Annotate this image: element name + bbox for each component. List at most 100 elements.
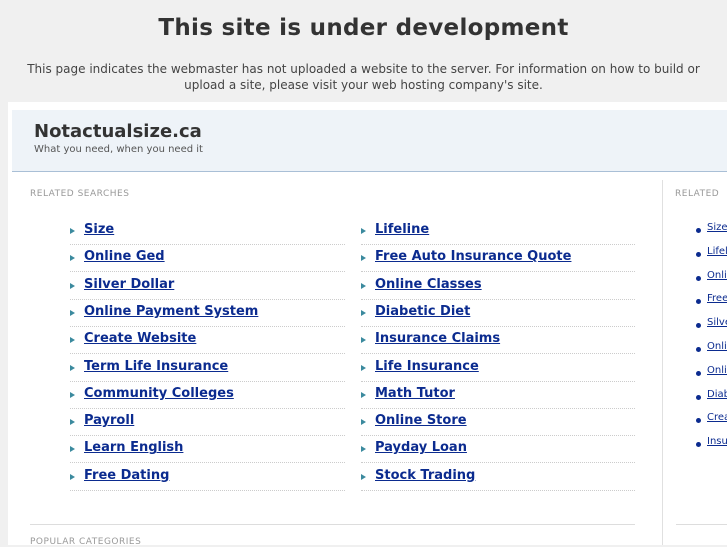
related-search-link[interactable]: Term Life Insurance xyxy=(84,359,228,374)
related-search-item[interactable]: Size xyxy=(70,218,345,245)
arrow-bullet-icon xyxy=(70,364,75,371)
sidebar-link[interactable]: Silver Dollar xyxy=(707,317,727,328)
bullet-dot-icon xyxy=(696,347,701,352)
bullet-dot-icon xyxy=(696,228,701,233)
related-search-link[interactable]: Online Classes xyxy=(375,277,482,292)
related-search-link[interactable]: Free Auto Insurance Quote xyxy=(375,249,571,264)
sidebar-item[interactable]: Online Ged xyxy=(696,268,727,292)
arrow-bullet-icon xyxy=(70,282,75,289)
related-search-link[interactable]: Free Dating xyxy=(84,468,169,483)
sidebar-item[interactable]: Insurance Claims xyxy=(696,434,727,458)
arrow-bullet-icon xyxy=(361,255,366,262)
arrow-bullet-icon xyxy=(70,228,75,234)
related-search-link[interactable]: Stock Trading xyxy=(375,468,475,483)
bullet-dot-icon xyxy=(696,299,701,305)
arrow-bullet-icon xyxy=(361,391,366,398)
related-search-link[interactable]: Online Store xyxy=(375,413,467,428)
sidebar-divider xyxy=(676,524,727,525)
related-search-link[interactable]: Payroll xyxy=(84,413,134,428)
arrow-bullet-icon xyxy=(70,309,75,316)
related-search-link[interactable]: Community Colleges xyxy=(84,386,234,401)
related-search-item[interactable]: Math Tutor xyxy=(361,382,635,409)
section-divider xyxy=(30,524,635,525)
related-search-link[interactable]: Online Ged xyxy=(84,249,165,264)
related-search-item[interactable]: Payroll xyxy=(70,409,345,437)
related-search-link[interactable]: Create Website xyxy=(84,331,196,346)
arrow-bullet-icon xyxy=(361,364,366,371)
site-tagline: What you need, when you need it xyxy=(34,144,203,155)
related-search-item[interactable]: Stock Trading xyxy=(361,464,635,491)
related-searches-label: RELATED SEARCHES xyxy=(30,189,130,199)
related-search-link[interactable]: Size xyxy=(84,222,114,237)
arrow-bullet-icon xyxy=(70,446,75,453)
related-search-item[interactable]: Online Classes xyxy=(361,273,635,300)
related-search-item[interactable]: Create Website xyxy=(70,327,345,355)
related-search-item[interactable]: Payday Loan xyxy=(361,436,635,464)
arrow-bullet-icon xyxy=(361,309,366,316)
related-search-item[interactable]: Community Colleges xyxy=(70,382,345,409)
bullet-dot-icon xyxy=(696,275,701,281)
notice-title: This site is under development xyxy=(158,15,569,41)
sidebar-item[interactable]: Online Payment System xyxy=(696,363,727,387)
related-search-link[interactable]: Payday Loan xyxy=(375,440,467,455)
related-search-item[interactable]: Free Auto Insurance Quote xyxy=(361,245,635,273)
related-search-item[interactable]: Online Ged xyxy=(70,245,345,273)
sidebar-item[interactable]: Diabetic Diet xyxy=(696,387,727,411)
related-search-link[interactable]: Math Tutor xyxy=(375,386,455,401)
sidebar-item[interactable]: Create Website xyxy=(696,410,727,434)
sidebar-link[interactable]: Lifeline xyxy=(707,246,727,257)
related-search-item[interactable]: Term Life Insurance xyxy=(70,355,345,382)
sidebar-item[interactable]: Size xyxy=(696,220,727,244)
sidebar-link[interactable]: Free Auto Insurance Quote xyxy=(707,293,727,304)
site-title: Notactualsize.ca xyxy=(34,121,202,142)
arrow-bullet-icon xyxy=(361,337,366,344)
arrow-bullet-icon xyxy=(361,419,366,426)
arrow-bullet-icon xyxy=(361,473,366,480)
bullet-dot-icon xyxy=(696,442,701,448)
sidebar-link[interactable]: Online Payment System xyxy=(707,365,727,376)
bullet-dot-icon xyxy=(696,370,701,376)
bullet-dot-icon xyxy=(696,418,701,424)
popular-categories-label: POPULAR CATEGORIES xyxy=(30,537,142,547)
related-search-item[interactable]: Diabetic Diet xyxy=(361,300,635,327)
sidebar-link[interactable]: Insurance Claims xyxy=(707,436,727,447)
related-search-item[interactable]: Free Dating xyxy=(70,464,345,491)
bullet-dot-icon xyxy=(696,251,701,257)
related-search-item[interactable]: Life Insurance xyxy=(361,355,635,382)
sidebar-link[interactable]: Create Website xyxy=(707,412,727,423)
arrow-bullet-icon xyxy=(361,282,366,289)
arrow-bullet-icon xyxy=(70,337,75,344)
arrow-bullet-icon xyxy=(361,446,366,453)
sidebar-link[interactable]: Online Ged xyxy=(707,270,727,281)
arrow-bullet-icon xyxy=(70,255,75,262)
arrow-bullet-icon xyxy=(70,391,75,398)
sidebar-item[interactable]: Online Classes xyxy=(696,339,727,363)
sidebar-item[interactable]: Free Auto Insurance Quote xyxy=(696,291,727,315)
arrow-bullet-icon xyxy=(361,228,366,234)
related-search-item[interactable]: Lifeline xyxy=(361,218,635,245)
sidebar-item[interactable]: Lifeline xyxy=(696,244,727,268)
bullet-dot-icon xyxy=(696,323,701,329)
related-search-item[interactable]: Learn English xyxy=(70,436,345,464)
related-search-link[interactable]: Diabetic Diet xyxy=(375,304,470,319)
related-search-link[interactable]: Silver Dollar xyxy=(84,277,174,292)
arrow-bullet-icon xyxy=(70,473,75,480)
sidebar-label: RELATED xyxy=(675,189,720,199)
sidebar-link[interactable]: Diabetic Diet xyxy=(707,389,727,400)
related-search-item[interactable]: Insurance Claims xyxy=(361,327,635,355)
related-search-item[interactable]: Silver Dollar xyxy=(70,273,345,300)
related-search-link[interactable]: Insurance Claims xyxy=(375,331,500,346)
related-search-link[interactable]: Life Insurance xyxy=(375,359,479,374)
sidebar-link[interactable]: Size xyxy=(707,222,727,233)
related-search-item[interactable]: Online Payment System xyxy=(70,300,345,327)
related-search-item[interactable]: Online Store xyxy=(361,409,635,437)
related-search-link[interactable]: Learn English xyxy=(84,440,183,455)
bullet-dot-icon xyxy=(696,394,701,400)
related-search-link[interactable]: Online Payment System xyxy=(84,304,258,319)
notice-area: This site is under development This page… xyxy=(0,0,727,102)
arrow-bullet-icon xyxy=(70,419,75,426)
sidebar-item[interactable]: Silver Dollar xyxy=(696,315,727,339)
column-divider xyxy=(662,180,663,545)
related-search-link[interactable]: Lifeline xyxy=(375,222,429,237)
sidebar-link[interactable]: Online Classes xyxy=(707,341,727,352)
